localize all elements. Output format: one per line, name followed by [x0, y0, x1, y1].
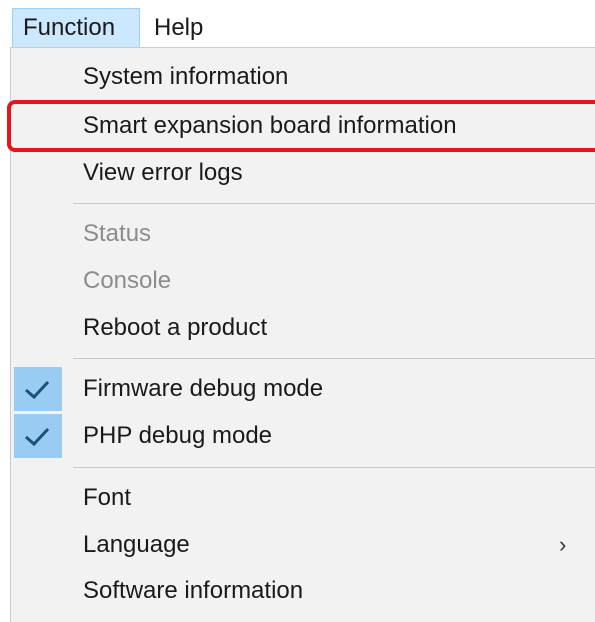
menu-item-status: Status — [11, 211, 595, 257]
menu-item-view-error-logs[interactable]: View error logs — [11, 150, 595, 196]
menu-item-reboot-a-product[interactable]: Reboot a product — [11, 305, 595, 351]
menu-item-console: Console — [11, 258, 595, 304]
menu-item-software-information[interactable]: Software information — [11, 568, 595, 614]
menu-separator — [73, 467, 595, 468]
menu-item-label: Status — [83, 220, 152, 247]
menu-bar: Function Help — [0, 0, 595, 48]
menu-item-font[interactable]: Font — [11, 475, 595, 521]
menu-item-firmware-debug-mode[interactable]: Firmware debug mode — [11, 366, 595, 412]
check-indicator — [14, 367, 62, 411]
function-dropdown-menu: System information Smart expansion board… — [10, 47, 595, 622]
menu-item-label: Reboot a product — [83, 314, 268, 341]
menu-item-smart-expansion-board-information[interactable]: Smart expansion board information — [11, 103, 595, 149]
checkmark-icon — [25, 380, 50, 400]
menu-item-label: Language — [83, 531, 190, 558]
checkmark-icon — [25, 427, 50, 447]
menu-item-label: Font — [83, 484, 132, 511]
menu-item-label: Smart expansion board information — [83, 112, 457, 139]
chevron-right-icon: › — [559, 532, 567, 557]
menu-item-system-information[interactable]: System information — [11, 54, 595, 100]
menu-separator — [73, 203, 595, 204]
menu-item-label: Software information — [83, 577, 304, 604]
menu-item-language[interactable]: Language › — [11, 522, 595, 568]
menu-item-label: View error logs — [83, 159, 243, 186]
menu-item-label: System information — [83, 63, 289, 90]
menu-item-label: Firmware debug mode — [83, 375, 324, 402]
menu-item-php-debug-mode[interactable]: PHP debug mode — [11, 413, 595, 459]
menu-item-label: PHP debug mode — [83, 422, 273, 449]
menu-separator — [73, 358, 595, 359]
menu-function[interactable]: Function — [12, 8, 140, 48]
menu-help[interactable]: Help — [144, 8, 220, 48]
check-indicator — [14, 414, 62, 458]
menu-item-label: Console — [83, 267, 172, 294]
